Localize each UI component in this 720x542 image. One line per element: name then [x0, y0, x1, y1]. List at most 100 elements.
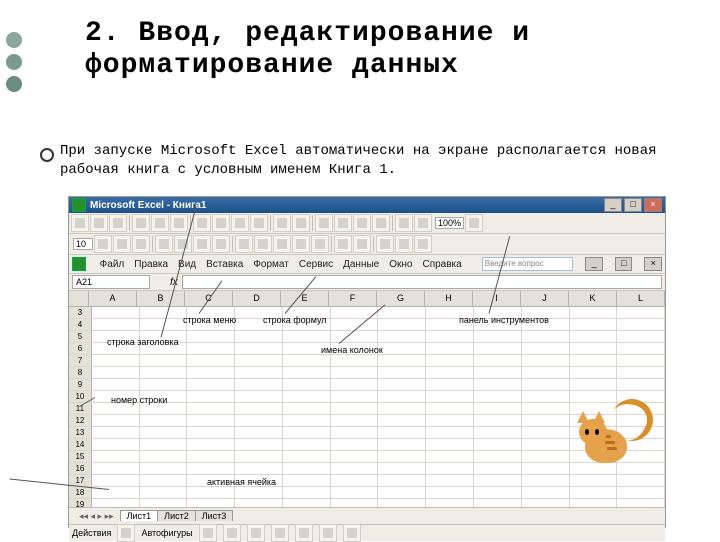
cell-L8[interactable] — [617, 367, 665, 378]
cell-H6[interactable] — [426, 343, 474, 354]
cell-B7[interactable] — [140, 355, 188, 366]
cell-J12[interactable] — [522, 415, 570, 426]
cell-L19[interactable] — [617, 499, 665, 507]
cell-J18[interactable] — [522, 487, 570, 498]
cell-J9[interactable] — [522, 379, 570, 390]
cell-L7[interactable] — [617, 355, 665, 366]
cell-I16[interactable] — [474, 463, 522, 474]
font-color-icon[interactable] — [414, 235, 432, 253]
oval-icon[interactable] — [271, 524, 289, 542]
cell-F15[interactable] — [331, 451, 379, 462]
cell-L3[interactable] — [617, 307, 665, 318]
cell-F14[interactable] — [331, 439, 379, 450]
cell-L6[interactable] — [617, 343, 665, 354]
sum-icon[interactable] — [334, 214, 352, 232]
cell-G18[interactable] — [378, 487, 426, 498]
align-left-icon[interactable] — [155, 235, 173, 253]
cell-E19[interactable] — [283, 499, 331, 507]
cell-K5[interactable] — [570, 331, 618, 342]
dec-indent-icon[interactable] — [334, 235, 352, 253]
cell-C13[interactable] — [187, 427, 235, 438]
cell-J14[interactable] — [522, 439, 570, 450]
cell-B16[interactable] — [140, 463, 188, 474]
row-header-5[interactable]: 5 — [69, 331, 92, 342]
sheet-tab-Лист1[interactable]: Лист1 — [120, 510, 159, 521]
cell-D19[interactable] — [235, 499, 283, 507]
paste-icon[interactable] — [231, 214, 249, 232]
col-header-L[interactable]: L — [617, 291, 665, 306]
help-search-box[interactable]: Введите вопрос — [482, 257, 574, 271]
cell-E5[interactable] — [283, 331, 331, 342]
cell-G8[interactable] — [378, 367, 426, 378]
cell-K7[interactable] — [570, 355, 618, 366]
undo-icon[interactable] — [273, 214, 291, 232]
cell-F12[interactable] — [331, 415, 379, 426]
cell-D11[interactable] — [235, 403, 283, 414]
cell-I13[interactable] — [474, 427, 522, 438]
cell-F9[interactable] — [331, 379, 379, 390]
menu-Окно[interactable]: Окно — [389, 259, 412, 270]
cell-D13[interactable] — [235, 427, 283, 438]
textbox-icon[interactable] — [295, 524, 313, 542]
cell-C12[interactable] — [187, 415, 235, 426]
cell-D6[interactable] — [235, 343, 283, 354]
cell-D12[interactable] — [235, 415, 283, 426]
cell-L4[interactable] — [617, 319, 665, 330]
cell-G4[interactable] — [378, 319, 426, 330]
inc-indent-icon[interactable] — [353, 235, 371, 253]
cell-K3[interactable] — [570, 307, 618, 318]
cell-L18[interactable] — [617, 487, 665, 498]
print-icon[interactable] — [132, 214, 150, 232]
cell-A19[interactable] — [92, 499, 140, 507]
cut-icon[interactable] — [193, 214, 211, 232]
cell-E17[interactable] — [283, 475, 331, 486]
cell-E18[interactable] — [283, 487, 331, 498]
cell-C10[interactable] — [187, 391, 235, 402]
arrow-icon[interactable] — [223, 524, 241, 542]
underline-icon[interactable] — [132, 235, 150, 253]
currency-icon[interactable] — [235, 235, 253, 253]
cell-J10[interactable] — [522, 391, 570, 402]
cell-F17[interactable] — [331, 475, 379, 486]
cell-I5[interactable] — [474, 331, 522, 342]
cell-I15[interactable] — [474, 451, 522, 462]
cell-I19[interactable] — [474, 499, 522, 507]
cell-D15[interactable] — [235, 451, 283, 462]
cell-C6[interactable] — [187, 343, 235, 354]
col-header-J[interactable]: J — [521, 291, 569, 306]
cell-E12[interactable] — [283, 415, 331, 426]
rect-icon[interactable] — [247, 524, 265, 542]
sheet-tab-Лист2[interactable]: Лист2 — [157, 510, 196, 521]
row-header-3[interactable]: 3 — [69, 307, 92, 318]
row-header-6[interactable]: 6 — [69, 343, 92, 354]
cell-G14[interactable] — [378, 439, 426, 450]
actions-menu[interactable]: Действия — [72, 528, 111, 538]
wordart-icon[interactable] — [319, 524, 337, 542]
cell-B15[interactable] — [140, 451, 188, 462]
row-header-12[interactable]: 12 — [69, 415, 92, 426]
cell-A8[interactable] — [92, 367, 140, 378]
redo-icon[interactable] — [292, 214, 310, 232]
sheet-tab-Лист3[interactable]: Лист3 — [195, 510, 234, 521]
cell-H8[interactable] — [426, 367, 474, 378]
cell-A16[interactable] — [92, 463, 140, 474]
cell-I9[interactable] — [474, 379, 522, 390]
clipart-icon[interactable] — [343, 524, 361, 542]
cell-A14[interactable] — [92, 439, 140, 450]
cell-J16[interactable] — [522, 463, 570, 474]
cell-D18[interactable] — [235, 487, 283, 498]
fill-color-icon[interactable] — [395, 235, 413, 253]
cell-J8[interactable] — [522, 367, 570, 378]
cell-D7[interactable] — [235, 355, 283, 366]
new-icon[interactable] — [71, 214, 89, 232]
cell-G3[interactable] — [378, 307, 426, 318]
cell-B13[interactable] — [140, 427, 188, 438]
cell-A7[interactable] — [92, 355, 140, 366]
cell-I7[interactable] — [474, 355, 522, 366]
cell-J5[interactable] — [522, 331, 570, 342]
preview-icon[interactable] — [151, 214, 169, 232]
row-header-4[interactable]: 4 — [69, 319, 92, 330]
cell-C19[interactable] — [187, 499, 235, 507]
cell-F11[interactable] — [331, 403, 379, 414]
cell-K8[interactable] — [570, 367, 618, 378]
